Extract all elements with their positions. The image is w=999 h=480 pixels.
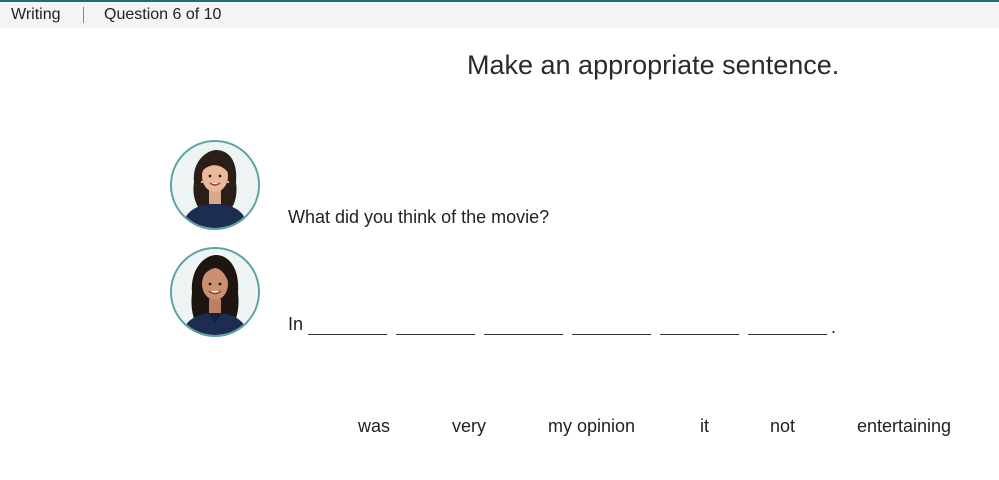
woman-portrait-icon [172,249,258,335]
word-tile-entertaining[interactable]: entertaining [857,415,951,437]
answer-blank-1[interactable] [308,334,387,335]
answer-blank-6[interactable] [748,334,827,335]
woman-portrait-icon [172,142,258,228]
header-bar: Writing Question 6 of 10 [0,2,999,28]
answer-blank-5[interactable] [660,334,739,335]
question-progress: Question 6 of 10 [104,6,222,23]
speaker-a-question: What did you think of the movie? [288,207,550,227]
instruction-title: Make an appropriate sentence. [467,50,840,80]
word-tile-my-opinion[interactable]: my opinion [548,415,635,437]
speaker-b-avatar [170,247,260,337]
speaker-a-avatar [170,140,260,230]
header-divider [83,7,84,23]
word-tile-very[interactable]: very [452,415,486,437]
section-name: Writing [11,6,61,23]
question-page: Writing Question 6 of 10 Make an appropr… [0,0,999,480]
word-tile-not[interactable]: not [770,415,795,437]
answer-prefix: In [288,314,304,334]
answer-blank-3[interactable] [484,334,563,335]
answer-blank-4[interactable] [572,334,651,335]
answer-period: . [831,317,837,337]
answer-blank-2[interactable] [396,334,475,335]
word-tile-it[interactable]: it [700,415,709,437]
word-tile-was[interactable]: was [358,415,390,437]
